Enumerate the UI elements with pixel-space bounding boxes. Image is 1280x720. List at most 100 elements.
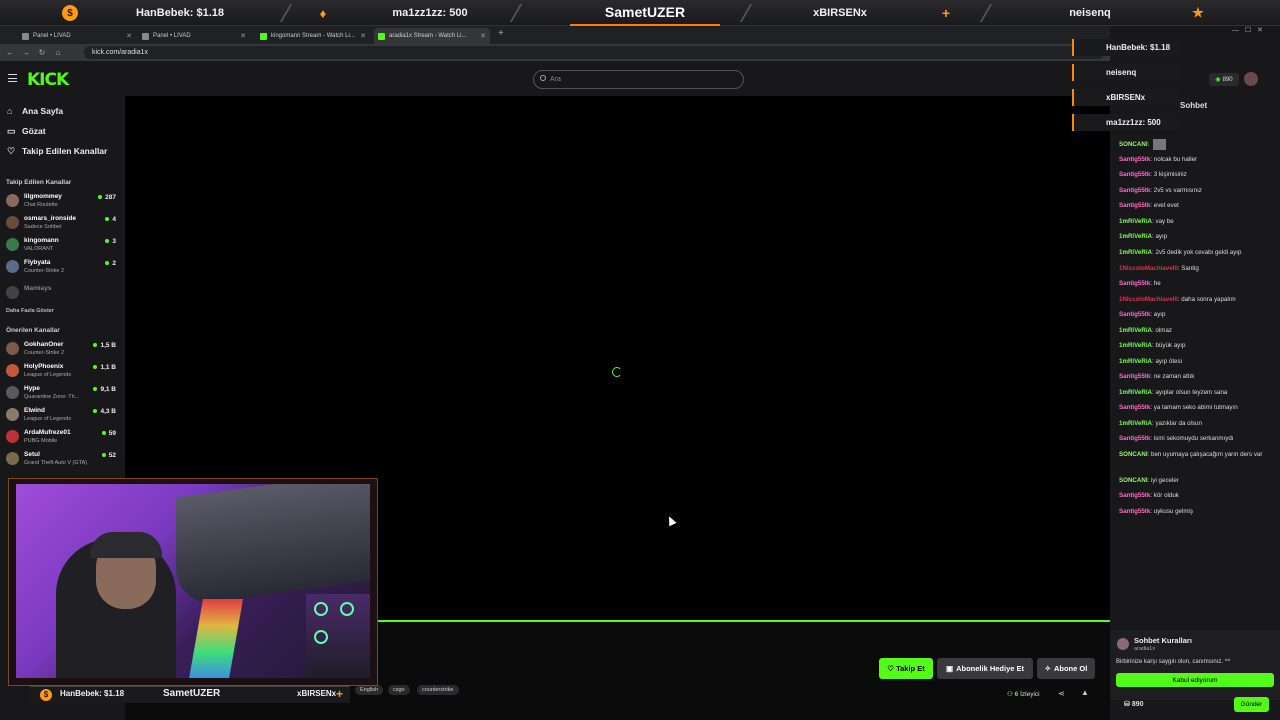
chat-username[interactable]: SONCANI <box>1119 141 1148 148</box>
chat-username[interactable]: SONCANI <box>1119 477 1148 484</box>
chat-message: SONCANI: ben uyumaya çalışacağım yarın d… <box>1119 450 1277 459</box>
chat-username[interactable]: SONCANI <box>1119 451 1148 458</box>
chat-username[interactable]: 1mRiVeRiA <box>1119 249 1152 256</box>
tab-label: aradia1x Stream - Watch Li... <box>389 33 467 39</box>
chat-username[interactable]: Santig55tk <box>1119 202 1150 209</box>
stream-overlay-top: $ HanBebek: $1.18 ♦ ma1zz1zz: 500 SametU… <box>0 0 1280 26</box>
overlay-notification: HanBebek: $1.18 <box>1072 39 1180 56</box>
close-window-icon[interactable]: ✕ <box>1257 27 1263 34</box>
nav-home[interactable]: ⌂ Ana Sayfa <box>7 106 63 116</box>
menu-icon[interactable] <box>8 74 17 82</box>
stream-tag[interactable]: English <box>355 685 384 695</box>
dollar-icon: $ <box>62 5 78 21</box>
overlay-divider <box>279 4 293 22</box>
followed-channel[interactable]: kingomann VALORANT 3 <box>6 236 118 256</box>
send-button[interactable]: Gönder <box>1234 697 1269 712</box>
minimize-icon[interactable]: — <box>1232 27 1239 34</box>
live-dot-icon <box>101 453 106 458</box>
close-icon[interactable]: ✕ <box>480 32 486 40</box>
chat-text: kör olduk <box>1153 492 1179 499</box>
chat-username[interactable]: Santig55tk <box>1119 508 1150 515</box>
channel-name: Elwind <box>24 407 45 414</box>
maximize-icon[interactable]: ☐ <box>1245 27 1251 34</box>
browser-tab-active[interactable]: aradia1x Stream - Watch Li... ✕ <box>374 28 490 44</box>
chat-username[interactable]: Santig55tk <box>1119 280 1150 287</box>
back-icon[interactable]: ← <box>4 48 16 57</box>
tab-favicon-icon <box>142 32 149 40</box>
browser-tab[interactable]: Panel • LIVAD ✕ <box>18 28 136 44</box>
followed-channel-offline[interactable]: Mamiays <box>6 284 118 304</box>
kick-logo[interactable]: KICK <box>27 70 69 90</box>
chat-username[interactable]: Santig55tk <box>1119 435 1150 442</box>
close-icon[interactable]: ✕ <box>240 32 246 40</box>
recommended-channel[interactable]: ArdaMufreze01 PUBG Mobile 59 <box>6 428 118 448</box>
show-more-link[interactable]: Daha Fazla Göster <box>6 308 54 314</box>
viewer-count: 9,1 B <box>93 386 116 393</box>
chat-username[interactable]: Santig55tk <box>1119 171 1150 178</box>
chat-username[interactable]: 1mRiVeRiA <box>1119 342 1152 349</box>
browse-icon: ▭ <box>7 125 16 136</box>
chat-username[interactable]: 1mRiVeRiA <box>1119 327 1152 334</box>
user-avatar[interactable] <box>1244 72 1258 86</box>
chat-username[interactable]: Santig55tk <box>1119 156 1150 163</box>
chat-username[interactable]: 1NiccoloMachiavelli <box>1119 265 1178 272</box>
chat-text: büyük ayıp <box>1155 342 1186 349</box>
share-icon[interactable]: ⋖ <box>1058 689 1065 698</box>
chat-message: 1mRiVeRiA: ayıp <box>1119 232 1277 241</box>
accept-rules-button[interactable]: Kabul ediyorum <box>1116 673 1274 687</box>
plus-icon: + <box>336 687 344 701</box>
search-input[interactable]: Ara <box>533 70 744 89</box>
nav-following[interactable]: ♡ Takip Edilen Kanallar <box>7 146 107 156</box>
followed-channel[interactable]: Flybyata Counter-Strike 2 2 <box>6 258 118 278</box>
reload-icon[interactable]: ↻ <box>36 48 48 57</box>
chat-username[interactable]: 1mRiVeRiA <box>1119 420 1152 427</box>
close-icon[interactable]: ✕ <box>360 32 366 40</box>
home-icon[interactable]: ⌂ <box>52 48 64 57</box>
chat-username[interactable]: 1mRiVeRiA <box>1119 389 1152 396</box>
chat-points[interactable]: ⛁ 890 <box>1124 700 1144 708</box>
points-badge-value: 890 <box>1222 76 1233 83</box>
chat-username[interactable]: Santig55tk <box>1119 404 1150 411</box>
close-icon[interactable]: ✕ <box>126 32 132 40</box>
chat-message: SONCANI: iyi geceler <box>1119 476 1277 485</box>
avatar <box>6 452 19 465</box>
followed-channel[interactable]: lilgmommey Chat Roulette 287 <box>6 192 118 212</box>
chat-username[interactable]: 1NiccoloMachiavelli <box>1119 296 1178 303</box>
chat-message: Santig55tk: kör olduk <box>1119 491 1277 500</box>
viewer-label: İzleyici <box>1020 691 1040 698</box>
browser-tab[interactable]: kingomann Stream - Watch Li... ✕ <box>256 28 370 44</box>
chat-username[interactable]: Santig55tk <box>1119 373 1150 380</box>
chat-username[interactable]: Santig55tk <box>1119 492 1150 499</box>
subscribe-button[interactable]: ✧ Abone Ol <box>1037 658 1095 679</box>
chat-username[interactable]: Santig55tk <box>1119 187 1150 194</box>
subscribe-label: Abone Ol <box>1053 664 1088 673</box>
recommended-channel[interactable]: HolyPhoenix League of Legends 1,1 B <box>6 362 118 382</box>
overlay-divider <box>979 4 993 22</box>
recommended-channel[interactable]: GokhanOner Counter-Strike 2 1,5 B <box>6 340 118 360</box>
gift-sub-button[interactable]: ▣ Abonelik Hediye Et <box>937 658 1033 679</box>
new-tab-icon[interactable]: + <box>498 28 504 39</box>
stream-tag[interactable]: csgo <box>388 685 410 695</box>
chat-text: ayıplar olsun teyzem sana <box>1155 389 1228 396</box>
chat-title: Sohbet <box>1180 101 1208 110</box>
forward-icon[interactable]: → <box>20 48 32 57</box>
chat-rules-title: Sohbet Kuralları <box>1134 636 1192 645</box>
chat-username[interactable]: 1mRiVeRiA <box>1119 218 1152 225</box>
chat-username[interactable]: 1mRiVeRiA <box>1119 233 1152 240</box>
address-bar[interactable]: kick.com/aradia1x <box>84 46 1104 59</box>
nav-browse[interactable]: ▭ Gözat <box>7 126 46 136</box>
report-icon[interactable]: ▲ <box>1081 688 1089 697</box>
chat-username[interactable]: 1mRiVeRiA <box>1119 358 1152 365</box>
recommended-channel[interactable]: Elwind League of Legends 4,3 B <box>6 406 118 426</box>
follow-button[interactable]: ♡ Takip Et <box>879 658 933 679</box>
stream-tag[interactable]: counterstrike <box>417 685 459 695</box>
channel-game: VALORANT <box>24 246 54 252</box>
browser-tab[interactable]: Panel • LIVAD ✕ <box>138 28 250 44</box>
recommended-channel[interactable]: Hype Quarantine Zone: Th... 9,1 B <box>6 384 118 404</box>
chat-message: 1mRiVeRiA: ayıplar olsun teyzem sana <box>1119 388 1277 397</box>
chat-username[interactable]: Santig55tk <box>1119 311 1150 318</box>
chat-points-value: 890 <box>1131 701 1144 708</box>
recommended-channel[interactable]: Setul Grand Theft Auto V (GTA) 52 <box>6 450 118 470</box>
channel-points-badge[interactable]: ◉ 890 <box>1209 73 1239 86</box>
followed-channel[interactable]: osmars_ironside Sadece Sohbet 4 <box>6 214 118 234</box>
